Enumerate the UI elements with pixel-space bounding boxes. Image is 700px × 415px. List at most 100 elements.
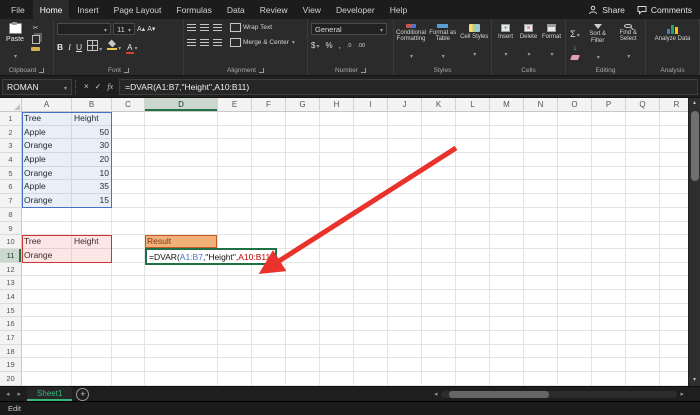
cell-M7[interactable] [490,194,524,208]
cell-N10[interactable] [524,235,558,249]
cell-L4[interactable] [456,153,490,167]
cell-K13[interactable] [422,276,456,290]
formula-input[interactable]: =DVAR(A1:B7,"Height",A10:B11) [119,79,698,95]
cell-A9[interactable] [22,222,72,236]
cell-E18[interactable] [218,345,252,359]
cell-D19[interactable] [145,358,218,372]
cell-L19[interactable] [456,358,490,372]
cell-A19[interactable] [22,358,72,372]
cell-G11[interactable] [286,249,320,263]
percent-style-button[interactable]: % [325,41,332,50]
comma-style-button[interactable]: , [339,41,341,50]
cell-K4[interactable] [422,153,456,167]
cell-K1[interactable] [422,112,456,126]
cell-G17[interactable] [286,331,320,345]
column-header-M[interactable]: M [490,98,524,111]
cell-K7[interactable] [422,194,456,208]
cell-Q11[interactable] [626,249,660,263]
cell-D5[interactable] [145,167,218,181]
cell-C10[interactable] [112,235,145,249]
row-header-16[interactable]: 16 [0,317,22,331]
cell-E4[interactable] [218,153,252,167]
tab-file[interactable]: File [4,0,32,19]
cell-M3[interactable] [490,139,524,153]
cell-D4[interactable] [145,153,218,167]
cell-H2[interactable] [320,126,354,140]
enter-button[interactable]: ✓ [92,82,105,91]
cell-E15[interactable] [218,304,252,318]
cell-L18[interactable] [456,345,490,359]
row-header-20[interactable]: 20 [0,372,22,386]
cell-F18[interactable] [252,345,286,359]
cell-styles-button[interactable]: Cell Styles [460,23,490,63]
cell-N18[interactable] [524,345,558,359]
select-all-corner[interactable] [0,98,22,111]
cell-D13[interactable] [145,276,218,290]
cell-F1[interactable] [252,112,286,126]
cell-K10[interactable] [422,235,456,249]
column-header-Q[interactable]: Q [626,98,660,111]
decrease-font-size-button[interactable]: A▾ [147,25,155,33]
wrap-text-button[interactable]: Wrap Text [230,23,272,32]
column-header-L[interactable]: L [456,98,490,111]
cell-N13[interactable] [524,276,558,290]
cell-P8[interactable] [592,208,626,222]
increase-decimal-button[interactable]: .0 [347,43,352,49]
cell-Q15[interactable] [626,304,660,318]
borders-button[interactable] [87,40,102,53]
align-left-icon[interactable] [187,39,196,46]
cell-I16[interactable] [354,317,388,331]
cell-A7[interactable]: Orange [22,194,72,208]
cell-C19[interactable] [112,358,145,372]
cell-I2[interactable] [354,126,388,140]
column-header-C[interactable]: C [112,98,145,111]
cell-P15[interactable] [592,304,626,318]
tab-review[interactable]: Review [253,0,295,19]
cell-I17[interactable] [354,331,388,345]
column-header-I[interactable]: I [354,98,388,111]
cell-M12[interactable] [490,263,524,277]
dialog-launcher-icon[interactable] [361,68,366,73]
v-scroll-thumb[interactable] [691,111,699,181]
cell-A12[interactable] [22,263,72,277]
cell-B11[interactable] [72,249,112,263]
cell-B17[interactable] [72,331,112,345]
cell-J2[interactable] [388,126,422,140]
cell-D7[interactable] [145,194,218,208]
cell-J18[interactable] [388,345,422,359]
dialog-launcher-icon[interactable] [39,68,44,73]
cell-O3[interactable] [558,139,592,153]
fill-color-button[interactable] [107,41,121,52]
cell-N6[interactable] [524,180,558,194]
row-header-12[interactable]: 12 [0,263,22,277]
tab-developer[interactable]: Developer [329,0,382,19]
cell-O5[interactable] [558,167,592,181]
cell-P9[interactable] [592,222,626,236]
cell-N16[interactable] [524,317,558,331]
cell-A8[interactable] [22,208,72,222]
format-as-table-button[interactable]: Format as Table [428,23,458,63]
cell-M16[interactable] [490,317,524,331]
cell-A13[interactable] [22,276,72,290]
cell-C18[interactable] [112,345,145,359]
cell-M8[interactable] [490,208,524,222]
cell-M4[interactable] [490,153,524,167]
cell-L20[interactable] [456,372,490,386]
cell-N12[interactable] [524,263,558,277]
cell-Q5[interactable] [626,167,660,181]
cell-D17[interactable] [145,331,218,345]
cell-D15[interactable] [145,304,218,318]
cell-F10[interactable] [252,235,286,249]
cell-O10[interactable] [558,235,592,249]
clear-button[interactable] [571,55,579,60]
cell-H19[interactable] [320,358,354,372]
cell-F14[interactable] [252,290,286,304]
fill-button[interactable]: ↓ [573,45,577,52]
cell-Q2[interactable] [626,126,660,140]
decrease-decimal-button[interactable]: .00 [357,43,365,49]
cell-M5[interactable] [490,167,524,181]
cell-J13[interactable] [388,276,422,290]
cell-C15[interactable] [112,304,145,318]
cancel-button[interactable]: × [81,82,92,91]
cell-G20[interactable] [286,372,320,386]
